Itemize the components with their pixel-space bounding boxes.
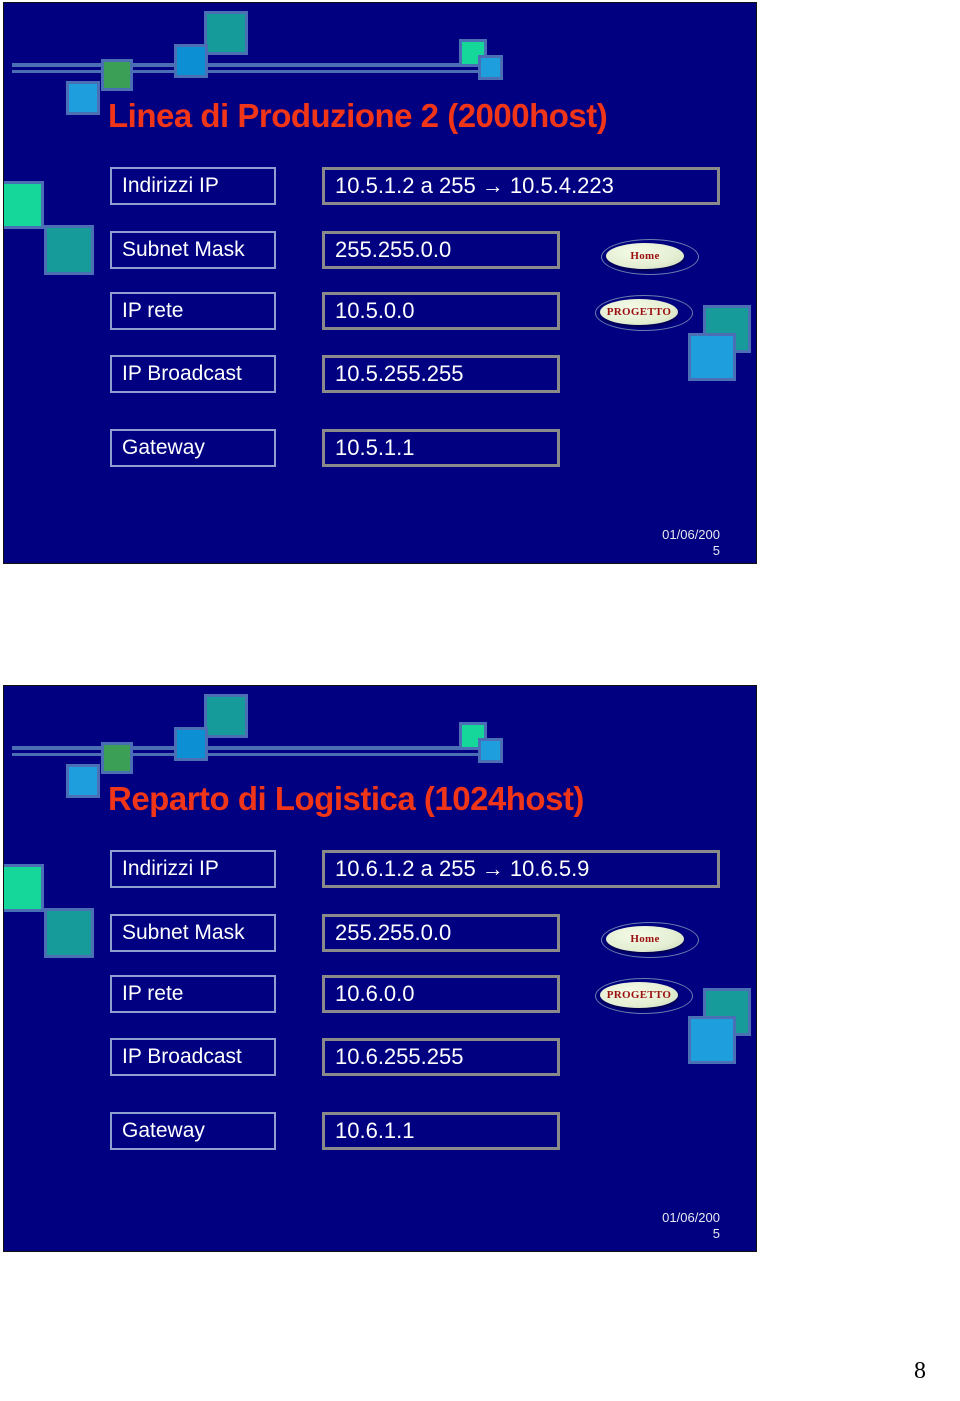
row-value-gateway: 10.5.1.1 xyxy=(322,429,560,467)
row-value-indirizzi-ip: 10.5.1.2 a 255 → 10.5.4.223 xyxy=(322,167,720,205)
row-value-ip-rete: 10.5.0.0 xyxy=(322,292,560,330)
footer-date-line-1: 01/06/200 xyxy=(662,1210,720,1225)
decorative-square-blue-low xyxy=(66,764,100,798)
row-label-ip-broadcast: IP Broadcast xyxy=(110,355,276,393)
row-value-subnet-mask: 255.255.0.0 xyxy=(322,914,560,952)
home-button[interactable]: Home xyxy=(606,926,684,952)
decorative-square-green xyxy=(101,59,133,91)
header-rule-lower-decoration xyxy=(12,70,482,73)
page-number: 8 xyxy=(914,1358,926,1384)
decorative-square-teal-top xyxy=(204,11,248,55)
row-label-ip-rete: IP rete xyxy=(110,975,276,1013)
decorative-square-blue-low xyxy=(66,81,100,115)
row-value-subnet-mask: 255.255.0.0 xyxy=(322,231,560,269)
decorative-square-teal-top xyxy=(204,694,248,738)
document-page: Linea di Produzione 2 (2000host) Indiriz… xyxy=(0,0,960,1401)
row-value-ip-broadcast: 10.5.255.255 xyxy=(322,355,560,393)
slide-title: Linea di Produzione 2 (2000host) xyxy=(108,97,608,134)
table-row: Gateway 10.5.1.1 xyxy=(4,429,756,467)
footer-date: 01/06/200 5 xyxy=(636,527,720,559)
progetto-button[interactable]: PROGETTO xyxy=(600,299,678,325)
footer-date-line-2: 5 xyxy=(712,543,720,558)
slide-2: Reparto di Logistica (1024host) Indirizz… xyxy=(3,685,757,1252)
row-label-subnet-mask: Subnet Mask xyxy=(110,231,276,269)
row-label-gateway: Gateway xyxy=(110,1112,276,1150)
row-label-ip-broadcast: IP Broadcast xyxy=(110,1038,276,1076)
row-label-gateway: Gateway xyxy=(110,429,276,467)
decorative-square-blue-right xyxy=(478,55,503,80)
row-label-subnet-mask: Subnet Mask xyxy=(110,914,276,952)
decorative-square-blue-mid xyxy=(174,44,208,78)
row-value-indirizzi-ip: 10.6.1.2 a 255 → 10.6.5.9 xyxy=(322,850,720,888)
table-row: Gateway 10.6.1.1 xyxy=(4,1112,756,1150)
footer-date-line-1: 01/06/200 xyxy=(662,527,720,542)
row-value-ip-rete: 10.6.0.0 xyxy=(322,975,560,1013)
row-value-ip-broadcast: 10.6.255.255 xyxy=(322,1038,560,1076)
header-rule-upper-decoration xyxy=(12,746,482,750)
slide-title: Reparto di Logistica (1024host) xyxy=(108,780,584,817)
slide-1: Linea di Produzione 2 (2000host) Indiriz… xyxy=(3,2,757,564)
header-rule-upper-decoration xyxy=(12,63,482,67)
header-rule-lower-decoration xyxy=(12,753,482,756)
table-row: Indirizzi IP 10.5.1.2 a 255 → 10.5.4.223 xyxy=(4,167,756,205)
table-row: IP Broadcast 10.6.255.255 xyxy=(4,1038,756,1076)
row-value-gateway: 10.6.1.1 xyxy=(322,1112,560,1150)
decorative-square-blue-right xyxy=(478,738,503,763)
footer-date: 01/06/200 5 xyxy=(636,1210,720,1242)
footer-date-line-2: 5 xyxy=(712,1226,720,1241)
table-row: Indirizzi IP 10.6.1.2 a 255 → 10.6.5.9 xyxy=(4,850,756,888)
table-row: IP Broadcast 10.5.255.255 xyxy=(4,355,756,393)
row-label-indirizzi-ip: Indirizzi IP xyxy=(110,850,276,888)
decorative-square-green xyxy=(101,742,133,774)
row-label-indirizzi-ip: Indirizzi IP xyxy=(110,167,276,205)
progetto-button[interactable]: PROGETTO xyxy=(600,982,678,1008)
decorative-square-blue-mid xyxy=(174,727,208,761)
row-label-ip-rete: IP rete xyxy=(110,292,276,330)
home-button[interactable]: Home xyxy=(606,243,684,269)
